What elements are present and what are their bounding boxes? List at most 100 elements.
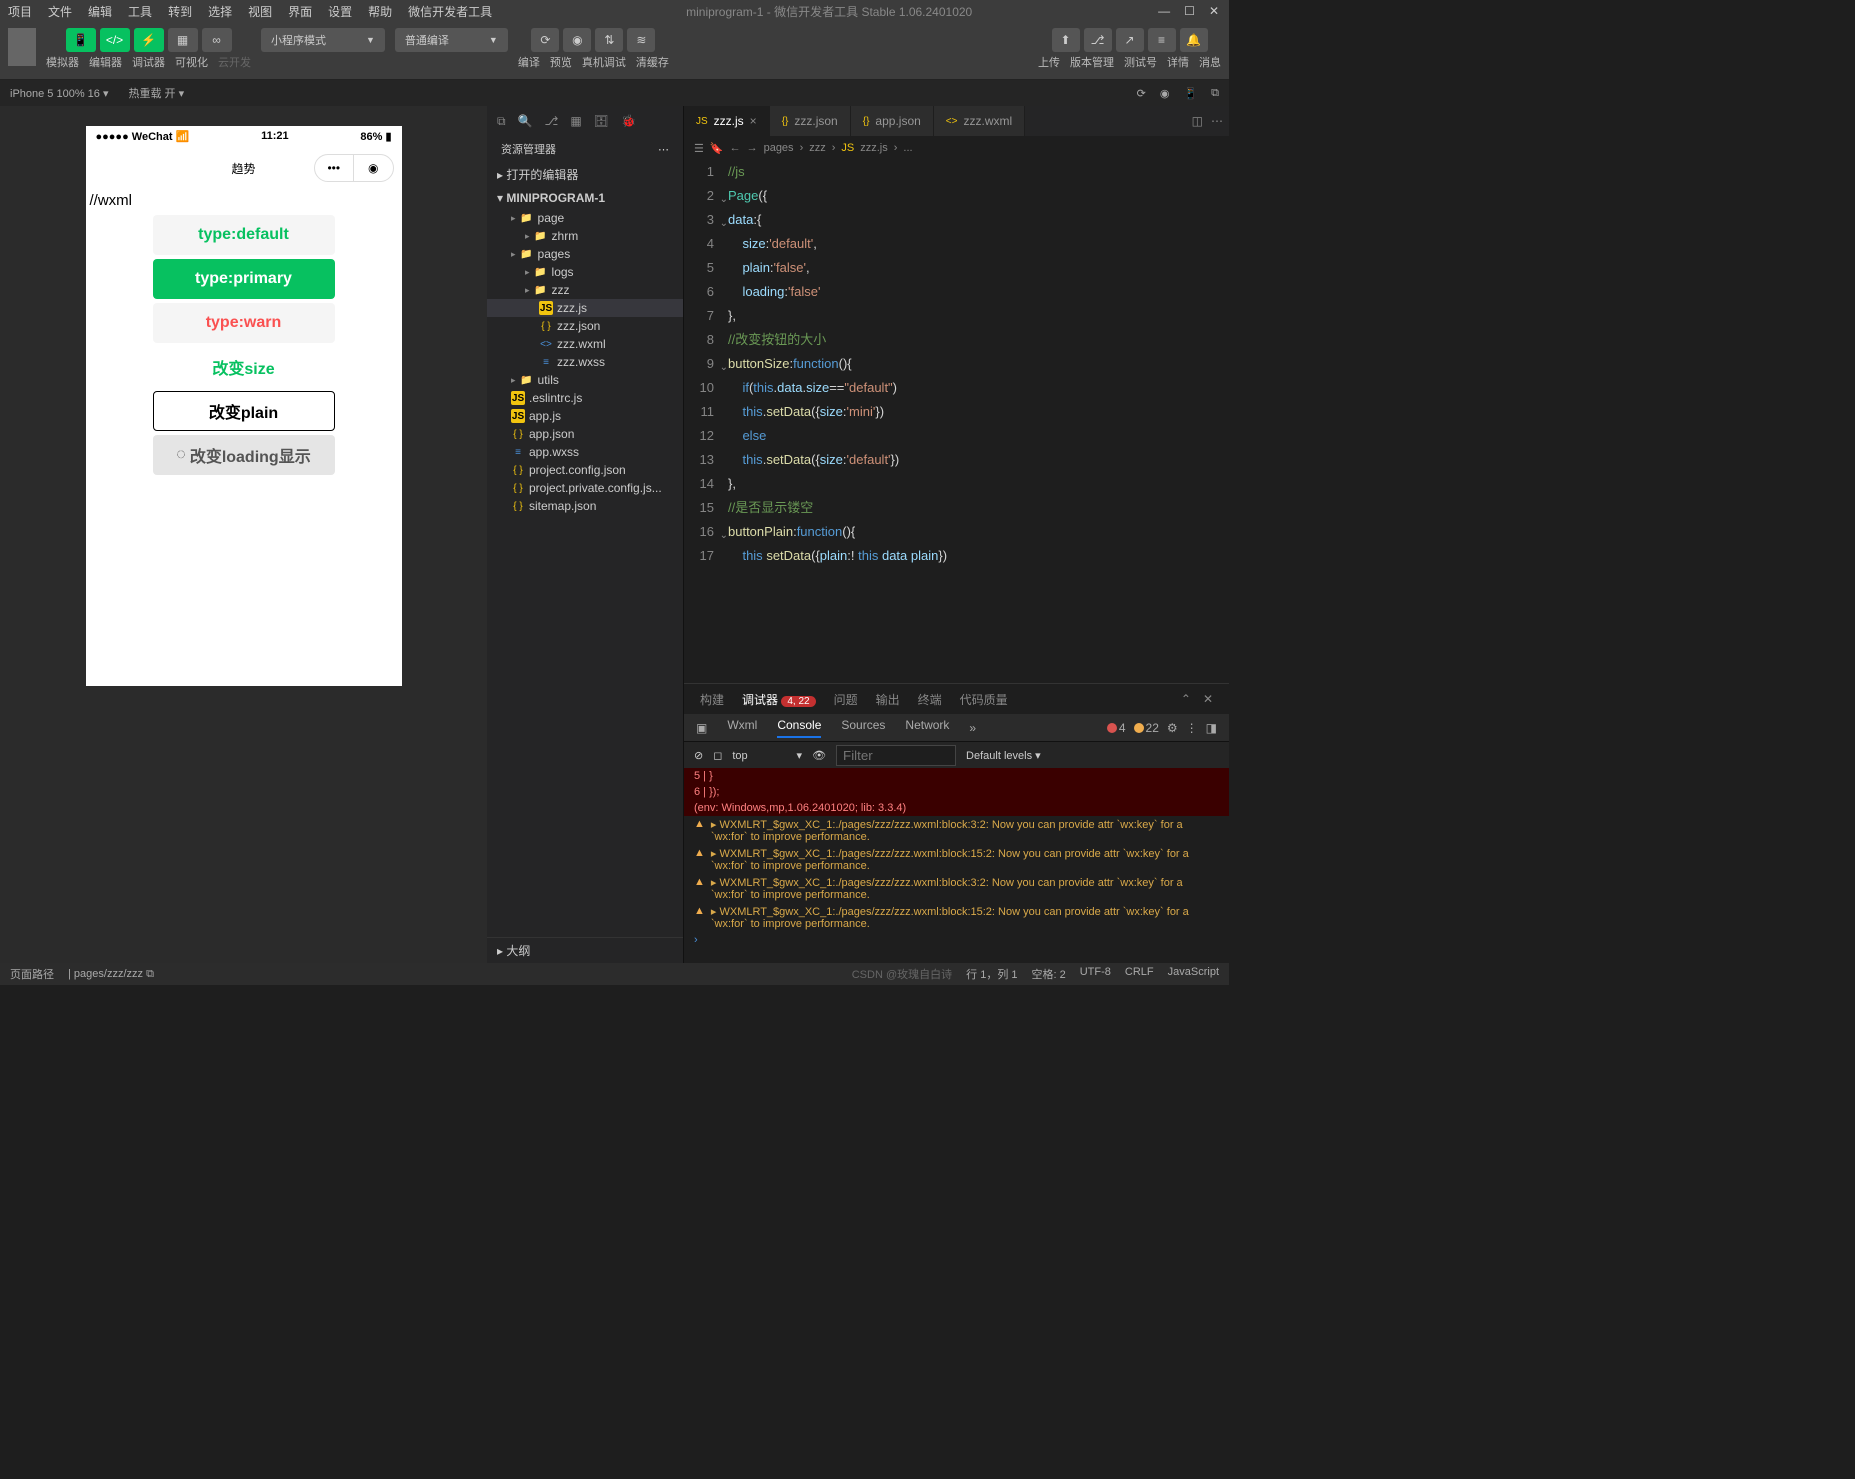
panel-tab-输出[interactable]: 输出 — [876, 691, 900, 708]
hot-reload[interactable]: 热重载 开 ▾ — [129, 85, 185, 101]
refresh-icon[interactable]: ⟳ — [1137, 87, 1146, 100]
bookmark-icon[interactable]: 🔖 — [710, 142, 724, 155]
panel-tab-问题[interactable]: 问题 — [834, 691, 858, 708]
remote-debug-button[interactable]: ⇅ — [595, 28, 623, 52]
tree-sitemap.json[interactable]: { }sitemap.json — [487, 497, 683, 515]
btn-default[interactable]: type:default — [153, 215, 335, 255]
ext-icon[interactable]: ▦ — [570, 114, 581, 128]
devtab-Sources[interactable]: Sources — [841, 718, 885, 738]
device-select[interactable]: iPhone 5 100% 16 ▾ — [10, 87, 109, 100]
menu-项目[interactable]: 项目 — [0, 3, 40, 20]
message-button[interactable]: 🔔 — [1180, 28, 1208, 52]
tree-project.private.config.js...[interactable]: { }project.private.config.js... — [487, 479, 683, 497]
tree-page[interactable]: ▸ 📁page — [487, 209, 683, 227]
context-select[interactable]: top ▾ — [732, 749, 802, 762]
panel-tab-调试器[interactable]: 调试器 4, 22 — [742, 691, 816, 708]
dock-icon[interactable]: ◨ — [1206, 721, 1217, 735]
tree-.eslintrc.js[interactable]: JS.eslintrc.js — [487, 389, 683, 407]
tree-zzz.wxss[interactable]: ≡zzz.wxss — [487, 353, 683, 371]
editor-button[interactable]: </> — [100, 28, 130, 52]
branch-icon[interactable]: ⎇ — [545, 114, 559, 128]
btn-warn[interactable]: type:warn — [153, 303, 335, 343]
levels-select[interactable]: Default levels ▾ — [966, 749, 1041, 762]
tree-app.wxss[interactable]: ≡app.wxss — [487, 443, 683, 461]
debugger-button[interactable]: ⚡ — [134, 28, 164, 52]
tab-zzz.json[interactable]: {}zzz.json — [770, 106, 851, 136]
btn-plain[interactable]: 改变plain — [153, 391, 335, 431]
gear-icon[interactable]: ⚙ — [1167, 721, 1178, 735]
preview-button[interactable]: ◉ — [563, 28, 591, 52]
detail-button[interactable]: ≡ — [1148, 28, 1176, 52]
chevron-up-icon[interactable]: ⌃ — [1181, 692, 1191, 706]
panel-tab-代码质量[interactable]: 代码质量 — [960, 691, 1008, 708]
mode-select[interactable]: 小程序模式▼ — [261, 28, 385, 52]
panel-tab-构建[interactable]: 构建 — [700, 691, 724, 708]
minimize-icon[interactable]: — — [1158, 4, 1170, 18]
test-button[interactable]: ↗ — [1116, 28, 1144, 52]
clear-icon[interactable]: ⊘ — [694, 749, 703, 762]
avatar[interactable] — [8, 28, 36, 66]
tab-app.json[interactable]: {}app.json — [851, 106, 934, 136]
code-editor[interactable]: 1⌄2⌄345678⌄9101112131415⌄1617 //jsPage({… — [684, 160, 1229, 683]
menu-视图[interactable]: 视图 — [240, 3, 280, 20]
toc-icon[interactable]: ☰ — [694, 142, 704, 155]
panel-tab-终端[interactable]: 终端 — [918, 691, 942, 708]
menu-工具[interactable]: 工具 — [120, 3, 160, 20]
tree-project.config.json[interactable]: { }project.config.json — [487, 461, 683, 479]
overflow-icon[interactable]: » — [969, 721, 976, 735]
outline-section[interactable]: ▸ 大纲 — [487, 937, 683, 963]
db-icon[interactable]: 🗄 — [594, 114, 609, 128]
devtab-Console[interactable]: Console — [777, 718, 821, 738]
version-button[interactable]: ⎇ — [1084, 28, 1112, 52]
compile-button[interactable]: ⟳ — [531, 28, 559, 52]
cloud-button[interactable]: ∞ — [202, 28, 232, 52]
close-panel-icon[interactable]: ✕ — [1203, 692, 1213, 706]
forward-icon[interactable]: → — [747, 142, 758, 154]
compile-select[interactable]: 普通编译▼ — [395, 28, 508, 52]
inspect-icon[interactable]: ▣ — [696, 721, 707, 735]
menu-帮助[interactable]: 帮助 — [360, 3, 400, 20]
clear-cache-button[interactable]: ≋ — [627, 28, 655, 52]
record-icon[interactable]: ◉ — [1160, 87, 1170, 100]
menu-选择[interactable]: 选择 — [200, 3, 240, 20]
visual-button[interactable]: ▦ — [168, 28, 198, 52]
btn-primary[interactable]: type:primary — [153, 259, 335, 299]
devtab-Wxml[interactable]: Wxml — [727, 718, 757, 738]
filter-input[interactable] — [836, 745, 956, 766]
back-icon[interactable]: ← — [730, 142, 741, 154]
tree-utils[interactable]: ▸ 📁utils — [487, 371, 683, 389]
menu-文件[interactable]: 文件 — [40, 3, 80, 20]
menu-设置[interactable]: 设置 — [320, 3, 360, 20]
devtab-Network[interactable]: Network — [905, 718, 949, 738]
tree-pages[interactable]: ▸ 📁pages — [487, 245, 683, 263]
menu-界面[interactable]: 界面 — [280, 3, 320, 20]
phone-icon[interactable]: 📱 — [1183, 87, 1197, 100]
more-icon[interactable]: ⋯ — [658, 143, 669, 156]
tab-zzz.wxml[interactable]: <>zzz.wxml — [934, 106, 1025, 136]
tree-zzz.js[interactable]: JSzzz.js — [487, 299, 683, 317]
split-icon[interactable]: ◫ — [1192, 114, 1203, 128]
tree-zhrm[interactable]: ▸ 📁zhrm — [487, 227, 683, 245]
tree-zzz.wxml[interactable]: <>zzz.wxml — [487, 335, 683, 353]
tree-zzz[interactable]: ▸ 📁zzz — [487, 281, 683, 299]
search-icon[interactable]: 🔍 — [518, 114, 533, 128]
open-editors-section[interactable]: ▸ 打开的编辑器 — [487, 162, 683, 187]
menu-转到[interactable]: 转到 — [160, 3, 200, 20]
tree-logs[interactable]: ▸ 📁logs — [487, 263, 683, 281]
upload-button[interactable]: ⬆ — [1052, 28, 1080, 52]
btn-size[interactable]: 改变size — [153, 347, 335, 387]
files-icon[interactable]: ⧉ — [497, 114, 506, 129]
stop-icon[interactable]: ◻ — [713, 749, 722, 762]
eye-icon[interactable]: 👁 — [812, 749, 826, 762]
more-tabs-icon[interactable]: ⋯ — [1211, 114, 1223, 128]
close-icon[interactable]: ✕ — [1209, 4, 1219, 18]
capsule[interactable]: •••◉ — [314, 154, 394, 182]
tree-zzz.json[interactable]: { }zzz.json — [487, 317, 683, 335]
project-section[interactable]: ▾ MINIPROGRAM-1 — [487, 187, 683, 209]
btn-loading[interactable]: ◌改变loading显示 — [153, 435, 335, 475]
bug-icon[interactable]: 🐞 — [621, 114, 636, 128]
tab-zzz.js[interactable]: JSzzz.js× — [684, 106, 770, 136]
maximize-icon[interactable]: ☐ — [1184, 4, 1195, 18]
menu-微信开发者工具[interactable]: 微信开发者工具 — [400, 3, 500, 20]
console[interactable]: 5 | } 6 | });(env: Windows,mp,1.06.24010… — [684, 768, 1229, 963]
